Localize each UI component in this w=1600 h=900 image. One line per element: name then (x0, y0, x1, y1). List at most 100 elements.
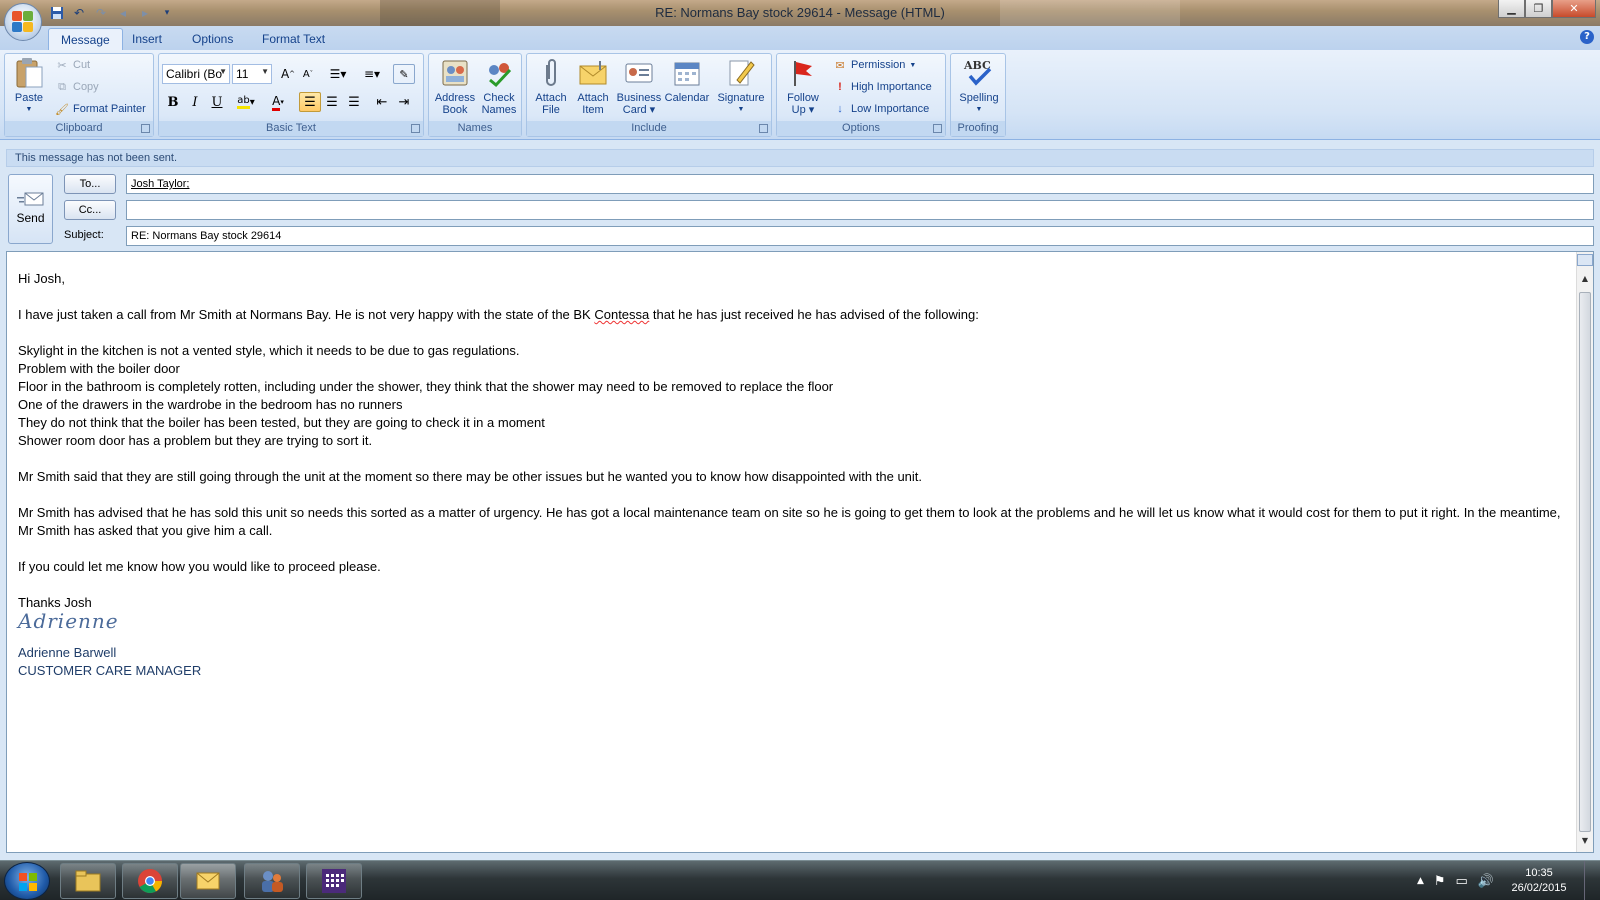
network-icon[interactable]: ▭ (1456, 874, 1468, 889)
redo-icon[interactable]: ↷ (92, 4, 110, 22)
increase-indent-button[interactable]: ⇥ (393, 92, 415, 112)
save-icon[interactable] (48, 4, 66, 22)
paste-dropdown-icon[interactable]: ▼ (9, 104, 49, 116)
calendar-app-taskbar-button[interactable] (306, 863, 362, 899)
options-group: Follow Up ▾ ✉ Permission ▼ ! High Import… (776, 53, 946, 137)
high-importance-button[interactable]: ! High Importance (833, 78, 932, 96)
start-button[interactable] (4, 862, 50, 900)
chevron-down-icon: ▼ (909, 61, 917, 69)
paste-button[interactable]: Paste ▼ (9, 57, 49, 116)
tab-options[interactable]: Options (180, 28, 245, 50)
office-logo-icon (12, 11, 34, 33)
signature-button[interactable]: Signature ▼ (713, 57, 769, 116)
business-card-label-1: Business (616, 92, 662, 104)
attach-item-label-2: Item (582, 104, 604, 116)
issue-line: Shower room door has a problem but they … (18, 433, 373, 448)
scroll-down-icon[interactable]: ▼ (1577, 836, 1593, 850)
grow-font-button[interactable]: A ^ (277, 64, 299, 84)
show-desktop-button[interactable] (1584, 861, 1596, 900)
undo-icon[interactable]: ↶ (70, 4, 88, 22)
calendar-button[interactable]: Calendar (661, 57, 713, 104)
scroll-thumb[interactable] (1579, 292, 1591, 832)
basic-text-launcher-icon[interactable] (411, 124, 420, 133)
to-recipient[interactable]: Josh Taylor; (131, 178, 190, 190)
copy-button[interactable]: ⧉ Copy (55, 78, 99, 96)
format-painter-button[interactable]: 🖌 Format Painter (55, 100, 146, 118)
options-launcher-icon[interactable] (933, 124, 942, 133)
copy-label: Copy (73, 81, 99, 93)
exclamation-icon: ! (838, 81, 842, 93)
to-field[interactable]: Josh Taylor; (126, 174, 1594, 194)
volume-icon[interactable]: 🔊 (1478, 874, 1494, 889)
attach-file-label-2: File (542, 104, 560, 116)
message-body-editor[interactable]: Hi Josh, I have just taken a call from M… (6, 251, 1594, 853)
highlight-button[interactable]: ab ▾ (231, 92, 261, 112)
contacts-taskbar-button[interactable] (244, 863, 300, 899)
outlook-taskbar-button[interactable] (180, 863, 236, 899)
spelling-dropdown-icon[interactable]: ▼ (953, 104, 1005, 116)
font-size-combo[interactable]: 11 ▼ (232, 64, 272, 84)
send-button[interactable]: Send (8, 174, 53, 244)
taskbar: ▲ ⚑ ▭ 🔊 10:35 26/02/2015 (0, 860, 1600, 900)
subject-field[interactable]: RE: Normans Bay stock 29614 (126, 226, 1594, 246)
cut-button[interactable]: ✂ Cut (55, 56, 90, 74)
check-names-icon (483, 57, 515, 89)
cc-field[interactable] (126, 200, 1594, 220)
align-center-button[interactable]: ☰ (321, 92, 343, 112)
office-button[interactable] (4, 3, 42, 41)
follow-up-button[interactable]: Follow Up ▾ (781, 57, 825, 116)
show-hidden-icons-icon[interactable]: ▲ (1417, 876, 1424, 886)
permission-button[interactable]: ✉ Permission ▼ (833, 56, 916, 74)
close-button[interactable]: ✕ (1552, 0, 1596, 18)
include-launcher-icon[interactable] (759, 124, 768, 133)
address-book-button[interactable]: Address Book (433, 57, 477, 116)
business-card-button[interactable]: Business Card ▾ (615, 57, 663, 116)
customize-toolbar-icon[interactable]: ▾ (158, 4, 176, 22)
bold-button[interactable]: B (162, 92, 184, 112)
numbering-button[interactable]: ≡▾ (357, 64, 387, 84)
clear-formatting-button[interactable]: ✎ (393, 64, 415, 84)
to-button[interactable]: To... (64, 174, 116, 194)
explorer-taskbar-button[interactable] (60, 863, 116, 899)
tab-message[interactable]: Message (48, 28, 123, 50)
tab-insert[interactable]: Insert (120, 28, 174, 50)
include-group: Attach File Attach Item Business Card ▾ … (526, 53, 772, 137)
vertical-scrollbar[interactable]: ▲ ▼ (1576, 252, 1593, 852)
ruler-toggle-icon[interactable] (1577, 254, 1593, 266)
cc-button[interactable]: Cc... (64, 200, 116, 220)
help-icon[interactable]: ? (1580, 30, 1594, 44)
font-name-combo[interactable]: Calibri (Bo ▼ (162, 64, 230, 84)
bullets-button[interactable]: ☰▾ (323, 64, 353, 84)
shrink-font-button[interactable]: Aˇ (297, 64, 319, 84)
basic-text-group-label: Basic Text (159, 121, 423, 136)
underline-button[interactable]: U (206, 92, 228, 112)
scroll-up-icon[interactable]: ▲ (1577, 274, 1593, 288)
message-body-text[interactable]: Hi Josh, I have just taken a call from M… (18, 270, 1568, 680)
clipboard-launcher-icon[interactable] (141, 124, 150, 133)
low-importance-button[interactable]: ↓ Low Importance (833, 100, 929, 118)
misspelled-word[interactable]: Contessa (594, 307, 649, 322)
decrease-indent-button[interactable]: ⇤ (371, 92, 393, 112)
signature-dropdown-icon[interactable]: ▼ (713, 104, 769, 116)
clock[interactable]: 10:35 26/02/2015 (1504, 866, 1574, 896)
envelope-clip-icon (577, 57, 609, 89)
check-names-button[interactable]: Check Names (477, 57, 521, 116)
body-paragraph-3: Mr Smith has advised that he has sold th… (18, 505, 1561, 538)
attach-file-button[interactable]: Attach File (529, 57, 573, 116)
next-item-icon[interactable]: ▸ (136, 4, 154, 22)
tab-format-text[interactable]: Format Text (250, 28, 337, 50)
system-tray: ▲ ⚑ ▭ 🔊 10:35 26/02/2015 (1417, 861, 1596, 900)
align-left-button[interactable]: ☰ (299, 92, 321, 112)
chrome-taskbar-button[interactable] (122, 863, 178, 899)
italic-button[interactable]: I (184, 92, 206, 112)
action-center-flag-icon[interactable]: ⚑ (1434, 874, 1446, 889)
restore-button[interactable]: ❐ (1525, 0, 1552, 18)
paintbrush-icon: 🖌 (55, 103, 69, 116)
previous-item-icon[interactable]: ◂ (114, 4, 132, 22)
attach-item-button[interactable]: Attach Item (571, 57, 615, 116)
minimize-button[interactable]: ▁ (1498, 0, 1525, 18)
format-painter-label: Format Painter (73, 103, 146, 115)
spelling-button[interactable]: ABC Spelling ▼ (953, 57, 1005, 116)
font-color-button[interactable]: A ▾ (263, 92, 293, 112)
align-right-button[interactable]: ☰ (343, 92, 365, 112)
